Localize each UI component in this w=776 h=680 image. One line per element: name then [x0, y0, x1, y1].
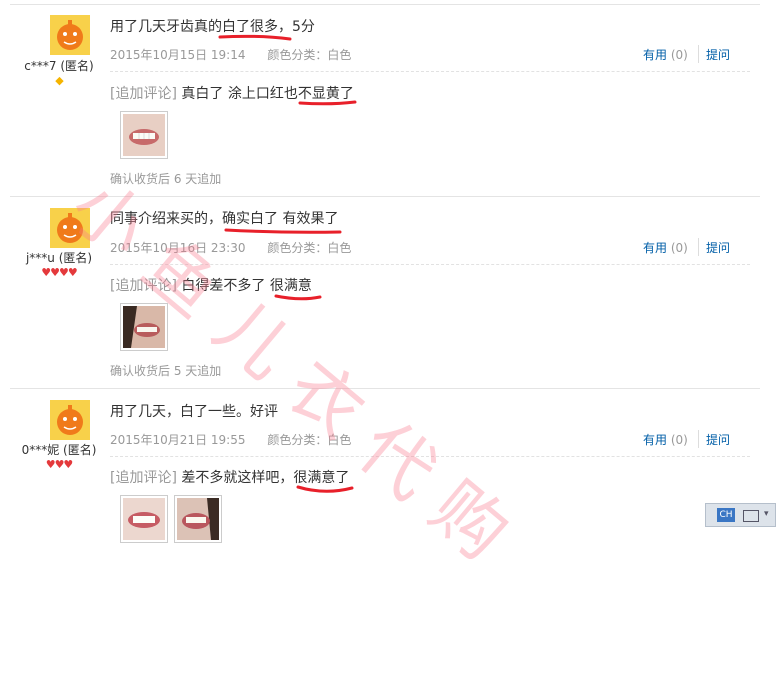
review-meta: 2015年10月15日 19:14 颜色分类：白色 [110, 46, 351, 63]
useful-count: (0) [670, 48, 688, 62]
avatar[interactable] [50, 15, 90, 55]
ask-button[interactable]: 提问 [706, 239, 730, 256]
review-separator [10, 4, 760, 5]
ask-button[interactable]: 提问 [706, 46, 730, 63]
review-meta: 2015年10月21日 19:55 颜色分类：白色 [110, 431, 351, 448]
append-tag: [追加评论] [110, 86, 177, 102]
username[interactable]: 0***妮 (匿名) [0, 441, 118, 458]
heart-level-icon: ♥♥♥♥ [41, 266, 77, 279]
color-category: 颜色分类：白色 [267, 241, 352, 255]
confirm-note: 确认收货后 6 天追加 [110, 172, 222, 186]
review-photo[interactable] [120, 495, 168, 543]
append-text: 差不多就这样吧，很满意了 [181, 470, 350, 486]
ime-language-label: CH [717, 508, 735, 522]
avatar[interactable] [50, 208, 90, 248]
useful-count: (0) [670, 241, 688, 255]
chevron-down-icon: ▾ [764, 509, 769, 519]
diamond-icon: ◆ [55, 74, 63, 87]
review-date: 2015年10月16日 23:30 [110, 241, 246, 255]
review-text: 用了几天，白了一些。好评 [110, 404, 278, 420]
avatar[interactable] [50, 400, 90, 440]
useful-count: (0) [670, 433, 688, 447]
confirm-note: 确认收货后 5 天追加 [110, 364, 222, 378]
dashed-divider [110, 71, 750, 72]
review-photo[interactable] [120, 111, 168, 159]
divider [698, 45, 699, 63]
review-separator [10, 388, 760, 389]
useful-label: 有用 [643, 433, 668, 447]
append-review: [追加评论] 真白了 涂上口红也不显黄了 [110, 83, 750, 103]
keyboard-icon [743, 510, 759, 522]
review-text: 同事介绍来买的，确实白了 有效果了 [110, 211, 339, 227]
append-tag: [追加评论] [110, 470, 177, 486]
review-photo[interactable] [120, 303, 168, 351]
dashed-divider [110, 264, 750, 265]
ime-indicator[interactable]: CH ▾ [705, 503, 776, 527]
color-category: 颜色分类：白色 [267, 433, 352, 447]
review-meta: 2015年10月16日 23:30 颜色分类：白色 [110, 239, 351, 256]
review-date: 2015年10月15日 19:14 [110, 48, 246, 62]
review-photo[interactable] [174, 495, 222, 543]
username[interactable]: j***u (匿名) [0, 249, 118, 266]
review-date: 2015年10月21日 19:55 [110, 433, 246, 447]
useful-button[interactable]: 有用 (0) [643, 46, 688, 63]
append-text: 真白了 涂上口红也不显黄了 [181, 86, 354, 102]
append-text: 白得差不多了 很满意 [181, 278, 312, 294]
heart-level-icon: ♥♥♥ [45, 458, 74, 471]
useful-button[interactable]: 有用 (0) [643, 239, 688, 256]
useful-button[interactable]: 有用 (0) [643, 431, 688, 448]
append-review: [追加评论] 白得差不多了 很满意 [110, 275, 750, 295]
ask-button[interactable]: 提问 [706, 431, 730, 448]
color-category: 颜色分类：白色 [267, 48, 352, 62]
append-review: [追加评论] 差不多就这样吧，很满意了 [110, 467, 750, 487]
useful-label: 有用 [643, 48, 668, 62]
append-tag: [追加评论] [110, 278, 177, 294]
username[interactable]: c***7 (匿名) [0, 57, 118, 74]
dashed-divider [110, 456, 750, 457]
divider [698, 238, 699, 256]
divider [698, 430, 699, 448]
review-separator [10, 196, 760, 197]
review-text: 用了几天牙齿真的白了很多，5分 [110, 19, 315, 35]
useful-label: 有用 [643, 241, 668, 255]
